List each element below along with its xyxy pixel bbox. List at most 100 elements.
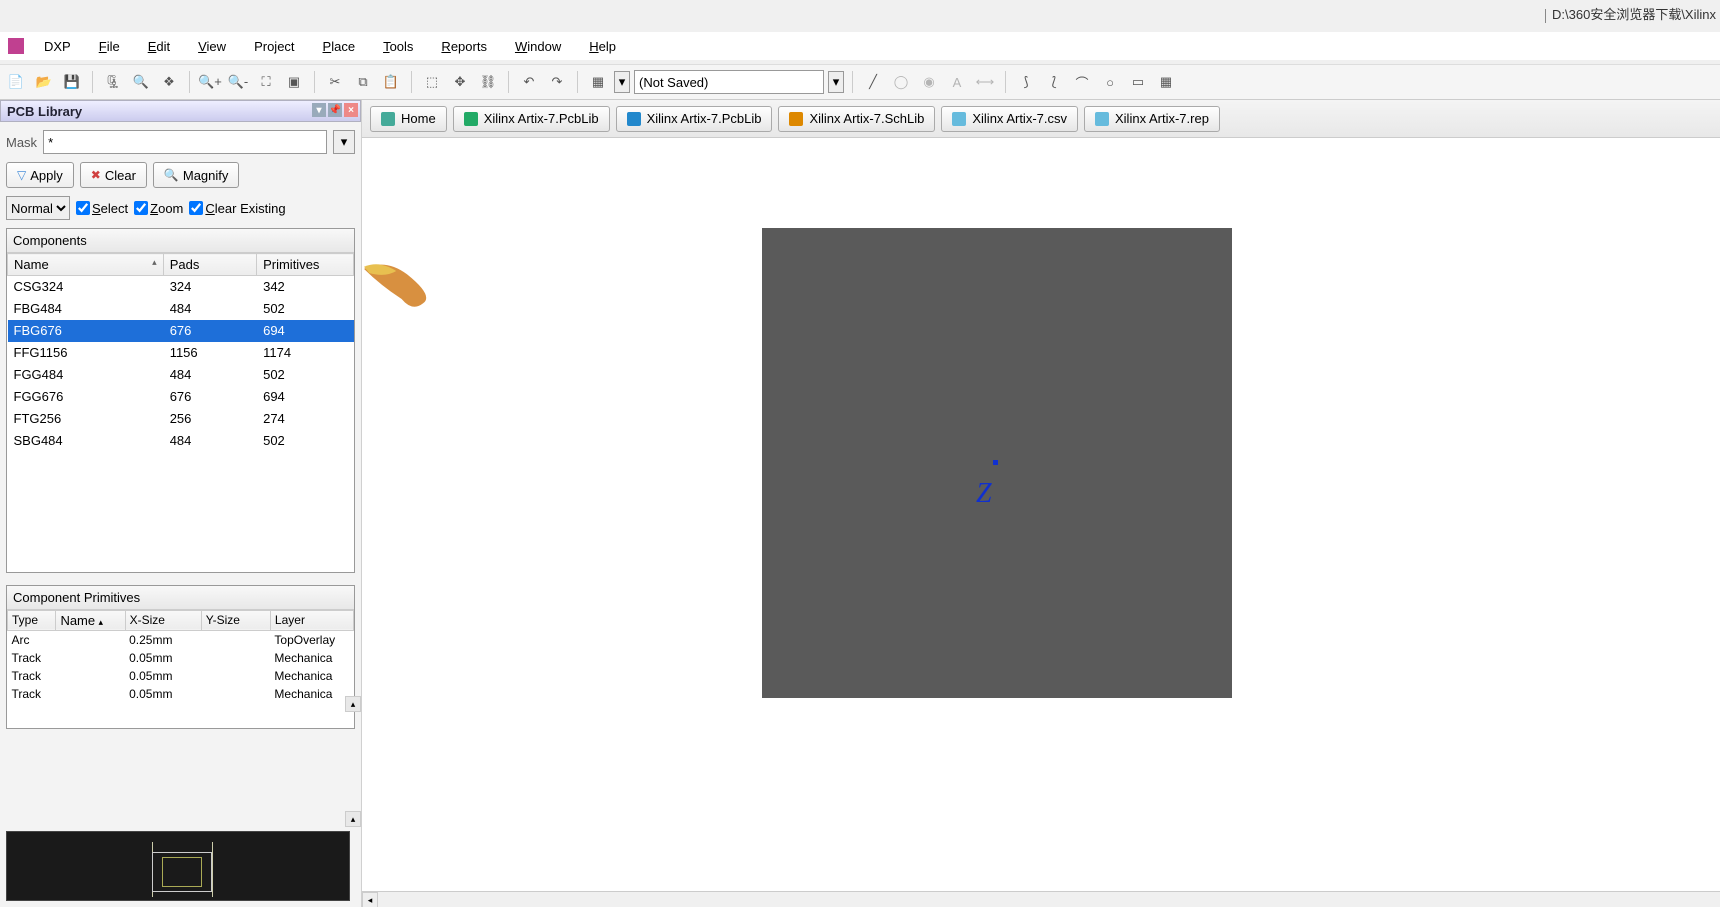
copy-icon[interactable]: ⧉	[351, 70, 375, 94]
components-table[interactable]: Name▴ Pads Primitives CSG324324342FBG484…	[7, 253, 354, 452]
open-icon[interactable]: 📂	[32, 70, 56, 94]
menu-view[interactable]: View	[184, 35, 240, 58]
apply-button[interactable]: ▽Apply	[6, 162, 74, 188]
document-tab[interactable]: Xilinx Artix-7.rep	[1084, 106, 1220, 132]
undo-icon[interactable]: ↶	[517, 70, 541, 94]
pcol-xsize[interactable]: X-Size	[125, 610, 201, 630]
arc2-icon[interactable]: ⟅	[1042, 70, 1066, 94]
preview-scroll[interactable]: ▴	[345, 811, 361, 827]
panel-pin-icon[interactable]: 📌	[328, 103, 342, 117]
col-pads[interactable]: Pads	[163, 254, 256, 276]
table-row[interactable]: FTG256256274	[8, 408, 354, 430]
menu-tools[interactable]: Tools	[369, 35, 427, 58]
document-tabs: HomeXilinx Artix-7.PcbLibXilinx Artix-7.…	[362, 100, 1720, 138]
table-row[interactable]: CSG324324342	[8, 276, 354, 298]
scroll-up-icon[interactable]: ▴	[345, 696, 361, 712]
select-checkbox[interactable]: Select	[76, 201, 128, 216]
horizontal-scrollbar[interactable]: ◂	[362, 891, 1720, 907]
select-icon[interactable]: ⬚	[420, 70, 444, 94]
zoom-fit-icon[interactable]: ⛶	[254, 70, 278, 94]
array-icon[interactable]: ▦	[1154, 70, 1178, 94]
text-icon[interactable]: A	[945, 70, 969, 94]
zoom-area-icon[interactable]: ▣	[282, 70, 306, 94]
menu-help[interactable]: Help	[575, 35, 630, 58]
col-primitives[interactable]: Primitives	[257, 254, 354, 276]
arc3-icon[interactable]: ⌒	[1070, 70, 1094, 94]
document-tab[interactable]: Xilinx Artix-7.SchLib	[778, 106, 935, 132]
table-row[interactable]: Track0.05mmMechanica	[8, 667, 354, 685]
menu-dxp[interactable]: DXP	[30, 35, 85, 58]
paste-icon[interactable]: 📋	[379, 70, 403, 94]
grid-dropdown[interactable]: ▾	[614, 71, 630, 93]
zoom-checkbox[interactable]: Zoom	[134, 201, 183, 216]
separator	[189, 71, 190, 93]
table-row[interactable]: FGG676676694	[8, 386, 354, 408]
circle-icon[interactable]: ◯	[889, 70, 913, 94]
scroll-left-icon[interactable]: ◂	[362, 892, 378, 907]
dimension-icon[interactable]: ⟷	[973, 70, 997, 94]
separator	[92, 71, 93, 93]
pcol-layer[interactable]: Layer	[270, 610, 353, 630]
magnify-button[interactable]: 🔍Magnify	[153, 162, 239, 188]
editor-area: HomeXilinx Artix-7.PcbLibXilinx Artix-7.…	[362, 100, 1720, 907]
print-icon[interactable]: 🗜	[101, 70, 125, 94]
doc-tab-icon	[464, 112, 478, 126]
pad-icon[interactable]: ◉	[917, 70, 941, 94]
mask-input[interactable]	[43, 130, 327, 154]
table-row[interactable]: FBG676676694	[8, 320, 354, 342]
full-circle-icon[interactable]: ○	[1098, 70, 1122, 94]
table-row[interactable]: FGG484484502	[8, 364, 354, 386]
component-mini-preview[interactable]	[6, 831, 350, 901]
arc1-icon[interactable]: ⟆	[1014, 70, 1038, 94]
mode-select[interactable]: Normal	[6, 196, 70, 220]
primitives-scroll[interactable]: ▴	[345, 696, 361, 712]
document-tab[interactable]: Xilinx Artix-7.PcbLib	[453, 106, 610, 132]
preview-icon[interactable]: 🔍	[129, 70, 153, 94]
zoom-out-icon[interactable]: 🔍-	[226, 70, 250, 94]
table-row[interactable]: FFG115611561174	[8, 342, 354, 364]
pcol-name[interactable]: Name ▴	[56, 610, 125, 630]
snap-icon[interactable]: ⛓	[476, 70, 500, 94]
grid-icon[interactable]: ▦	[586, 70, 610, 94]
clear-existing-checkbox[interactable]: Clear Existing	[189, 201, 285, 216]
layers-icon[interactable]: ❖	[157, 70, 181, 94]
panel-title-bar[interactable]: PCB Library ▾ 📌 ×	[0, 100, 361, 122]
panel-menu-icon[interactable]: ▾	[312, 103, 326, 117]
mask-label: Mask	[6, 135, 37, 150]
view-config-select[interactable]	[634, 70, 824, 94]
redo-icon[interactable]: ↷	[545, 70, 569, 94]
rect-icon[interactable]: ▭	[1126, 70, 1150, 94]
view-config-dropdown[interactable]: ▾	[828, 71, 844, 93]
pcb-canvas[interactable]: Z ◂	[362, 138, 1720, 907]
doc-tab-icon	[789, 112, 803, 126]
pcol-type[interactable]: Type	[8, 610, 56, 630]
pcol-ysize[interactable]: Y-Size	[201, 610, 270, 630]
menu-project[interactable]: Project	[240, 35, 308, 58]
move-icon[interactable]: ✥	[448, 70, 472, 94]
document-tab[interactable]: Xilinx Artix-7.csv	[941, 106, 1078, 132]
table-row[interactable]: Arc0.25mmTopOverlay	[8, 630, 354, 649]
document-tab[interactable]: Xilinx Artix-7.PcbLib	[616, 106, 773, 132]
panel-close-icon[interactable]: ×	[344, 103, 358, 117]
document-tab[interactable]: Home	[370, 106, 447, 132]
scroll-up-icon[interactable]: ▴	[345, 811, 361, 827]
dxp-logo-icon	[8, 38, 24, 54]
primitives-table[interactable]: Type Name ▴ X-Size Y-Size Layer Arc0.25m…	[7, 610, 354, 703]
menu-window[interactable]: Window	[501, 35, 575, 58]
table-row[interactable]: SBG484484502	[8, 430, 354, 452]
new-doc-icon[interactable]: 📄	[4, 70, 28, 94]
menu-file[interactable]: File	[85, 35, 134, 58]
table-row[interactable]: Track0.05mmMechanica	[8, 685, 354, 703]
zoom-in-icon[interactable]: 🔍+	[198, 70, 222, 94]
clear-button[interactable]: ✖Clear	[80, 162, 147, 188]
mask-dropdown-button[interactable]: ▾	[333, 130, 355, 154]
line-icon[interactable]: ╱	[861, 70, 885, 94]
menu-place[interactable]: Place	[309, 35, 370, 58]
table-row[interactable]: FBG484484502	[8, 298, 354, 320]
menu-reports[interactable]: Reports	[427, 35, 501, 58]
save-icon[interactable]: 💾	[60, 70, 84, 94]
table-row[interactable]: Track0.05mmMechanica	[8, 649, 354, 667]
menu-edit[interactable]: Edit	[134, 35, 184, 58]
cut-icon[interactable]: ✂	[323, 70, 347, 94]
col-name[interactable]: Name▴	[8, 254, 164, 276]
